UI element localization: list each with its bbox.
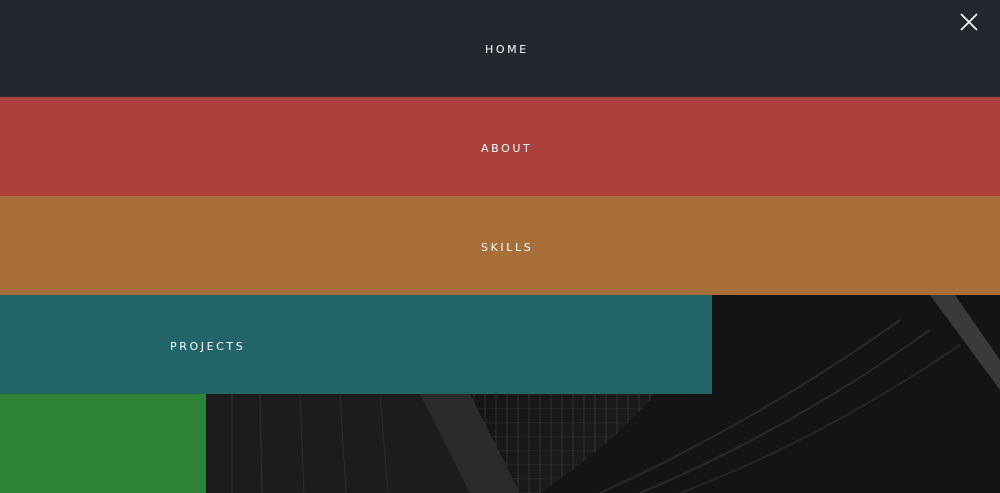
menu-item-label: SKILLS <box>481 241 534 254</box>
menu-item-projects[interactable]: PROJECTS <box>0 295 712 394</box>
menu-item-about[interactable]: ABOUT <box>0 97 1000 196</box>
menu-item-home[interactable]: HOME <box>0 0 1000 97</box>
menu-item-label: HOME <box>485 43 529 56</box>
menu-item-label: ABOUT <box>481 142 533 155</box>
menu-item-label: PROJECTS <box>170 340 246 353</box>
menu-overlay: HOME ABOUT SKILLS PROJECTS <box>0 0 1000 493</box>
menu-item-fifth[interactable] <box>0 394 206 493</box>
menu-item-skills[interactable]: SKILLS <box>0 196 1000 295</box>
close-button[interactable] <box>956 9 982 35</box>
close-icon <box>960 13 978 31</box>
